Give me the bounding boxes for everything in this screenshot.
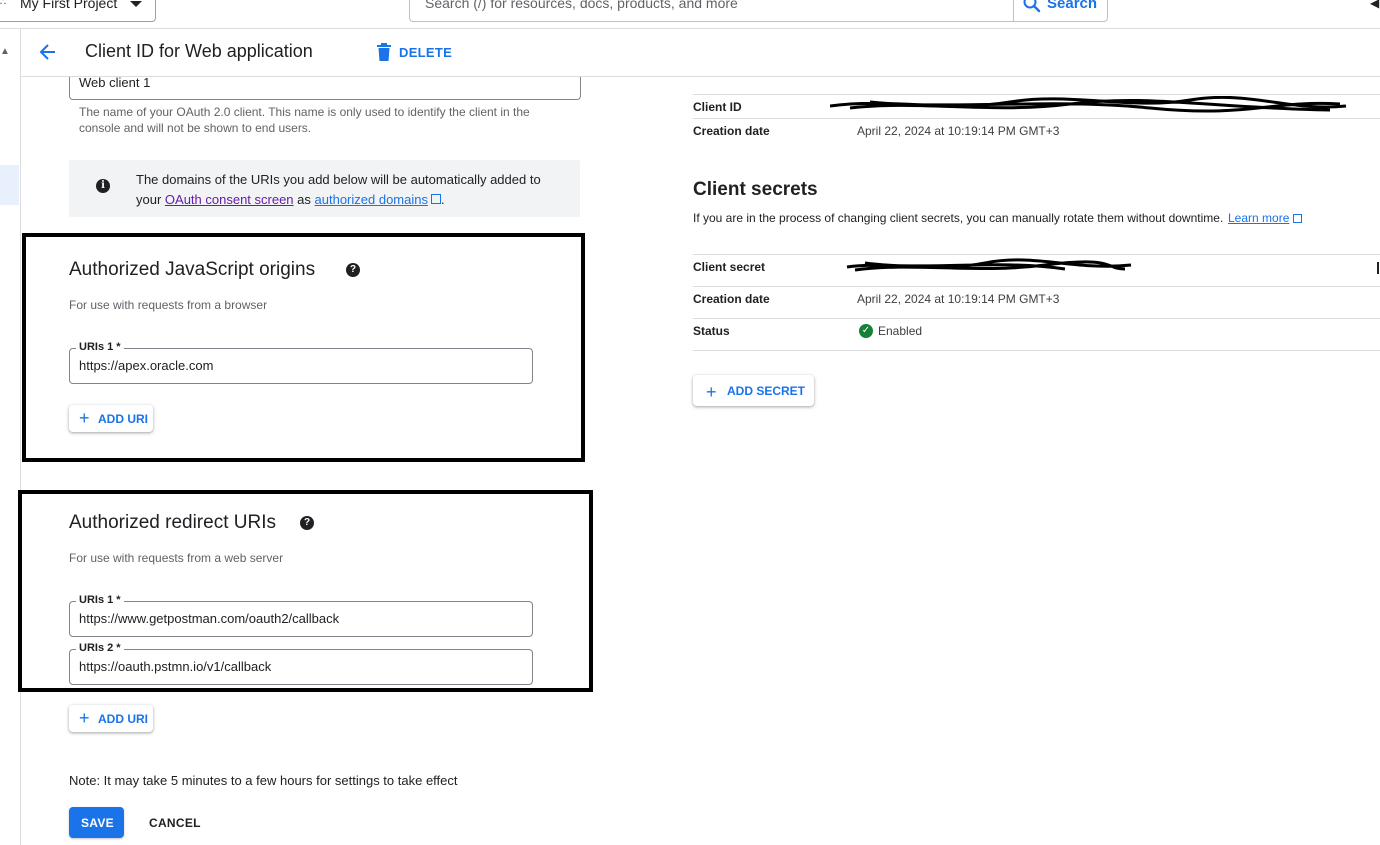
project-icon: ∴ bbox=[0, 0, 7, 8]
client-creation-date-label: Creation date bbox=[693, 124, 770, 138]
divider bbox=[693, 118, 1380, 119]
save-label[interactable]: SAVE bbox=[81, 816, 114, 830]
redirect-uris-title: Authorized redirect URIs bbox=[69, 512, 276, 533]
divider bbox=[693, 254, 1380, 255]
left-nav-active-item[interactable] bbox=[0, 165, 19, 205]
settings-note: Note: It may take 5 minutes to a few hou… bbox=[69, 773, 458, 788]
name-field-value[interactable]: Web client 1 bbox=[79, 75, 150, 90]
search-placeholder[interactable]: Search (/) for resources, docs, products… bbox=[425, 0, 738, 11]
caret-down-icon[interactable] bbox=[130, 1, 142, 7]
redirect-uri-2-label: URIs 2 * bbox=[76, 642, 124, 654]
client-secret-label: Client secret bbox=[693, 260, 766, 274]
back-arrow-icon[interactable] bbox=[38, 42, 58, 62]
external-link-icon[interactable] bbox=[430, 194, 441, 204]
learn-more-link[interactable]: Learn more bbox=[1228, 211, 1289, 225]
add-redirect-uri-label[interactable]: ADD URI bbox=[98, 712, 148, 726]
redirect-uri-2-value[interactable]: https://oauth.pstmn.io/v1/callback bbox=[79, 659, 271, 674]
trash-icon[interactable] bbox=[376, 43, 392, 61]
client-id-label: Client ID bbox=[693, 100, 742, 114]
client-creation-date-value: April 22, 2024 at 10:19:14 PM GMT+3 bbox=[857, 124, 1060, 138]
info-icon: i bbox=[96, 179, 110, 193]
authorized-domains-link[interactable]: authorized domains bbox=[315, 192, 428, 207]
secret-creation-date-label: Creation date bbox=[693, 292, 770, 306]
plus-icon[interactable]: + bbox=[706, 383, 717, 401]
search-icon[interactable] bbox=[1022, 0, 1042, 14]
page-title: Client ID for Web application bbox=[85, 41, 313, 61]
divider bbox=[693, 286, 1380, 287]
info-text-middle: as bbox=[293, 192, 315, 207]
arrow-left-icon[interactable]: ◀ bbox=[1370, 0, 1379, 10]
divider bbox=[693, 94, 1380, 95]
client-secrets-title: Client secrets bbox=[693, 179, 818, 200]
secret-creation-date-value: April 22, 2024 at 10:19:14 PM GMT+3 bbox=[857, 292, 1060, 306]
delete-label[interactable]: DELETE bbox=[399, 45, 452, 60]
add-secret-label[interactable]: ADD SECRET bbox=[727, 384, 805, 398]
collapse-icon[interactable]: ▲ bbox=[0, 46, 10, 57]
info-text-after: . bbox=[440, 192, 445, 207]
info-banner-text: The domains of the URIs you add below wi… bbox=[136, 170, 566, 210]
js-origins-subtitle: For use with requests from a browser bbox=[69, 298, 268, 312]
left-nav-rail bbox=[0, 29, 21, 845]
divider bbox=[693, 350, 1380, 351]
redirect-uris-subtitle: For use with requests from a web server bbox=[69, 551, 284, 565]
add-js-origin-label[interactable]: ADD URI bbox=[98, 412, 148, 426]
status-value: Enabled bbox=[878, 324, 923, 338]
check-circle-icon: ✓ bbox=[859, 324, 873, 338]
plus-icon[interactable]: + bbox=[79, 409, 90, 427]
help-icon[interactable]: ? bbox=[300, 516, 314, 530]
project-name[interactable]: My First Project bbox=[20, 0, 117, 11]
plus-icon[interactable]: + bbox=[79, 709, 90, 727]
overflow-menu-edge[interactable] bbox=[1377, 262, 1379, 274]
search-button-label[interactable]: Search bbox=[1047, 0, 1097, 12]
name-field-hint: The name of your OAuth 2.0 client. This … bbox=[79, 105, 530, 135]
oauth-consent-link[interactable]: OAuth consent screen bbox=[165, 192, 294, 207]
js-origin-uri-1-label: URIs 1 * bbox=[76, 341, 124, 353]
status-label: Status bbox=[693, 324, 730, 338]
client-secrets-description: If you are in the process of changing cl… bbox=[693, 211, 1224, 225]
redaction-scribble bbox=[846, 258, 1132, 272]
external-link-icon[interactable] bbox=[1293, 214, 1302, 223]
redaction-scribble bbox=[830, 96, 1347, 113]
redirect-uri-1-value[interactable]: https://www.getpostman.com/oauth2/callba… bbox=[79, 611, 339, 626]
divider bbox=[693, 318, 1380, 319]
js-origins-title: Authorized JavaScript origins bbox=[69, 259, 316, 280]
cancel-label[interactable]: CANCEL bbox=[149, 816, 201, 830]
help-icon[interactable]: ? bbox=[346, 263, 360, 277]
redirect-uri-1-label: URIs 1 * bbox=[76, 594, 124, 606]
js-origin-uri-1-value[interactable]: https://apex.oracle.com bbox=[79, 358, 213, 373]
